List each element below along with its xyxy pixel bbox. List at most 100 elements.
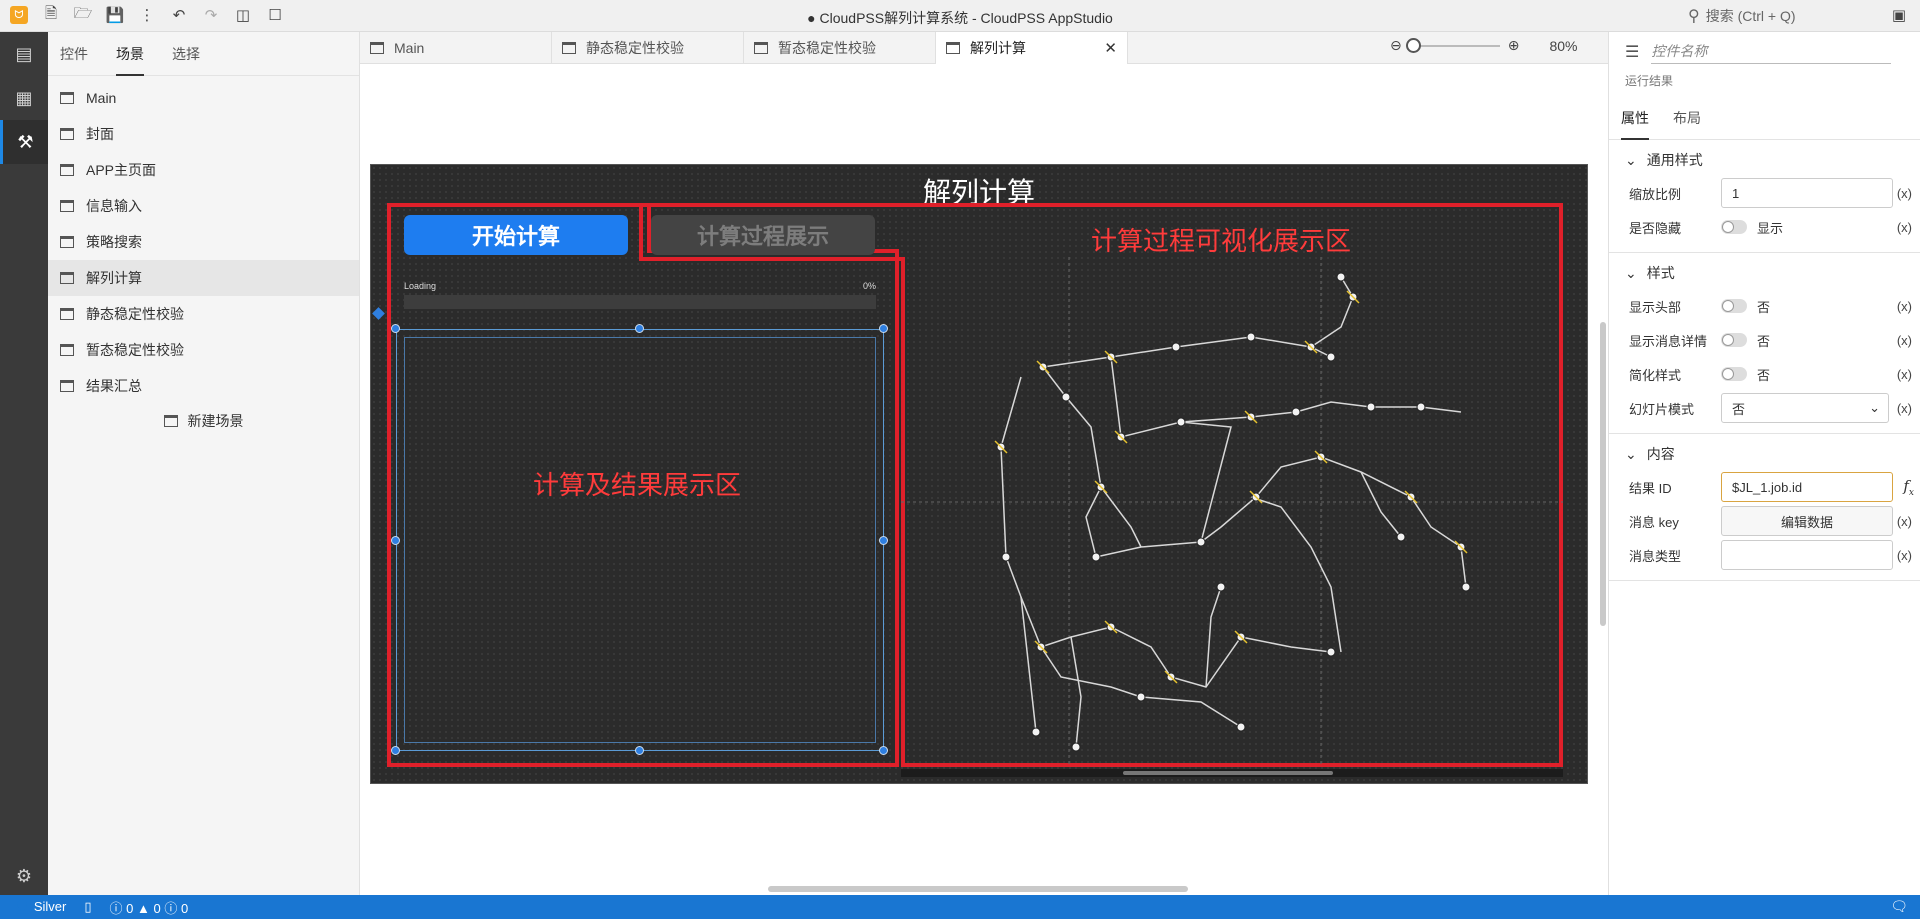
scene-item-transient-stability[interactable]: 暂态稳定性校验 bbox=[48, 332, 359, 368]
scene-item-main[interactable]: Main bbox=[48, 80, 359, 116]
function-icon[interactable]: fx bbox=[1903, 477, 1914, 498]
show-header-toggle[interactable]: 否 bbox=[1721, 297, 1770, 316]
window-icon bbox=[60, 200, 74, 212]
feedback-icon[interactable]: 🗨 bbox=[1890, 898, 1908, 915]
slide-mode-select[interactable]: 否 ⌄ bbox=[1721, 393, 1889, 423]
start-calculation-button[interactable]: 开始计算 bbox=[404, 215, 628, 255]
list-icon: ☰ bbox=[1625, 44, 1640, 61]
new-scene-button[interactable]: 新建场景 bbox=[48, 404, 359, 438]
scene-item-app-home[interactable]: APP主页面 bbox=[48, 152, 359, 188]
scene-item-static-stability[interactable]: 静态稳定性校验 bbox=[48, 296, 359, 332]
resize-handle-br[interactable] bbox=[879, 746, 888, 755]
fullscreen-icon[interactable]: ▣ bbox=[1892, 6, 1906, 24]
resize-handle-l[interactable] bbox=[391, 536, 400, 545]
scene-item-info-input[interactable]: 信息输入 bbox=[48, 188, 359, 224]
tab-select[interactable]: 选择 bbox=[172, 32, 200, 76]
zoom-in-icon[interactable]: ⊕ bbox=[1508, 37, 1520, 54]
zoom-slider-knob[interactable] bbox=[1405, 37, 1421, 53]
message-type-input[interactable] bbox=[1721, 540, 1893, 570]
network-topology-graph bbox=[901, 257, 1563, 767]
field-label: 缩放比例 bbox=[1629, 186, 1682, 202]
properties-panel: ☰ 控件名称 运行结果 属性 布局 ⌄ 通用样式 缩放比例 1 (x) 是否隐藏 … bbox=[1608, 32, 1920, 895]
visualization-scrollbar-thumb[interactable] bbox=[1123, 771, 1333, 775]
device-icon[interactable]: ▯ bbox=[84, 899, 91, 915]
canvas-horizontal-scrollbar[interactable] bbox=[768, 886, 1188, 892]
section-header-style[interactable]: ⌄ 样式 bbox=[1609, 257, 1920, 289]
visualization-scrollbar[interactable] bbox=[901, 769, 1563, 777]
tab-scenes[interactable]: 场景 bbox=[116, 32, 144, 76]
scale-input[interactable]: 1 bbox=[1721, 178, 1893, 208]
window-icon bbox=[60, 128, 74, 140]
title-bar: ᗢ 🗎 🗁 💾 ⋮ ↶ ↷ ◫ ☐ ● CloudPSS解列计算系统 - Clo… bbox=[0, 0, 1920, 32]
scene-label: 信息输入 bbox=[86, 198, 142, 214]
hidden-toggle[interactable]: 显示 bbox=[1721, 218, 1783, 237]
chevron-down-icon: ⌄ bbox=[1625, 151, 1637, 168]
section-title: 通用样式 bbox=[1646, 152, 1703, 168]
row-slide-mode: 幻灯片模式 否 ⌄ (x) bbox=[1609, 391, 1920, 425]
chevron-down-icon: ⌄ bbox=[1869, 400, 1880, 415]
toggle-switch[interactable] bbox=[1721, 367, 1747, 381]
tab-splitting-calc[interactable]: 解列计算 ✕ bbox=[936, 32, 1128, 64]
user-status[interactable]: 👤 Silver bbox=[14, 899, 66, 915]
tab-controls[interactable]: 控件 bbox=[60, 32, 88, 76]
status-bar: 👤 Silver ▯ ⓘ 0 ▲ 0 ⓘ 0 🗨 bbox=[0, 895, 1920, 919]
window-icon bbox=[370, 42, 384, 54]
zoom-out-icon[interactable]: ⊖ bbox=[1390, 37, 1402, 54]
resize-handle-t[interactable] bbox=[635, 324, 644, 333]
components-icon[interactable]: ▦ bbox=[0, 76, 48, 120]
row-show-header: 显示头部 否 (x) bbox=[1609, 289, 1920, 323]
expression-toggle[interactable]: (x) bbox=[1897, 548, 1912, 563]
tab-main[interactable]: Main bbox=[360, 32, 552, 64]
warning-icon: ▲ bbox=[136, 900, 150, 916]
expression-toggle[interactable]: (x) bbox=[1897, 299, 1912, 314]
simple-style-toggle[interactable]: 否 bbox=[1721, 365, 1770, 384]
tab-static-stability[interactable]: 静态稳定性校验 bbox=[552, 32, 744, 64]
scene-label: Main bbox=[86, 90, 117, 106]
expression-toggle[interactable]: (x) bbox=[1897, 367, 1912, 382]
close-icon[interactable]: ✕ bbox=[1104, 39, 1117, 57]
problems-summary[interactable]: ⓘ 0 ▲ 0 ⓘ 0 bbox=[109, 898, 188, 917]
process-display-button[interactable]: 计算过程展示 bbox=[651, 215, 875, 255]
tab-attributes[interactable]: 属性 bbox=[1621, 96, 1649, 140]
dashboard-icon[interactable]: ▤ bbox=[0, 32, 48, 76]
canvas-vertical-scrollbar[interactable] bbox=[1600, 322, 1606, 626]
toggle-switch[interactable] bbox=[1721, 333, 1747, 347]
tab-layout[interactable]: 布局 bbox=[1673, 96, 1701, 140]
expression-toggle[interactable]: (x) bbox=[1897, 333, 1912, 348]
expression-toggle[interactable]: (x) bbox=[1897, 401, 1912, 416]
artboard[interactable]: 解列计算 开始计算 计算过程展示 计算过程可视化展示区 Loading 0% 计… bbox=[370, 164, 1588, 784]
resize-handle-tr[interactable] bbox=[879, 324, 888, 333]
resize-handle-b[interactable] bbox=[635, 746, 644, 755]
section-header-common[interactable]: ⌄ 通用样式 bbox=[1609, 144, 1920, 176]
control-name-input[interactable]: 控件名称 bbox=[1651, 41, 1892, 64]
row-show-detail: 显示消息详情 否 (x) bbox=[1609, 323, 1920, 357]
control-subtitle: 运行结果 bbox=[1625, 74, 1674, 88]
result-display-area[interactable] bbox=[404, 337, 876, 743]
scene-item-splitting-calc[interactable]: 解列计算 bbox=[48, 260, 359, 296]
toggle-switch[interactable] bbox=[1721, 220, 1747, 234]
scene-item-strategy-search[interactable]: 策略搜索 bbox=[48, 224, 359, 260]
tab-transient-stability[interactable]: 暂态稳定性校验 bbox=[744, 32, 936, 64]
error-count: 0 bbox=[126, 900, 134, 916]
edit-data-button[interactable]: 编辑数据 bbox=[1721, 506, 1893, 536]
zoom-slider[interactable] bbox=[1405, 37, 1500, 53]
anchor-handle[interactable] bbox=[372, 307, 385, 320]
expression-toggle[interactable]: (x) bbox=[1897, 186, 1912, 201]
resize-handle-bl[interactable] bbox=[391, 746, 400, 755]
expression-toggle[interactable]: (x) bbox=[1897, 220, 1912, 235]
resize-handle-tl[interactable] bbox=[391, 324, 400, 333]
toggle-switch[interactable] bbox=[1721, 299, 1747, 313]
scene-item-cover[interactable]: 封面 bbox=[48, 116, 359, 152]
field-label: 消息类型 bbox=[1629, 548, 1682, 564]
expression-toggle[interactable]: (x) bbox=[1897, 514, 1912, 529]
settings-gear-icon[interactable]: ⚙ bbox=[0, 866, 48, 887]
section-header-content[interactable]: ⌄ 内容 bbox=[1609, 438, 1920, 470]
window-icon bbox=[60, 344, 74, 356]
scene-item-summary[interactable]: 结果汇总 bbox=[48, 368, 359, 404]
search-icon: ⚲ bbox=[1688, 8, 1700, 25]
resize-handle-r[interactable] bbox=[879, 536, 888, 545]
tools-icon[interactable]: ⚒ bbox=[0, 120, 48, 164]
result-id-input[interactable]: $JL_1.job.id bbox=[1721, 472, 1893, 502]
search-box[interactable]: ⚲ 搜索 (Ctrl + Q) bbox=[1688, 6, 1796, 26]
show-detail-toggle[interactable]: 否 bbox=[1721, 331, 1770, 350]
